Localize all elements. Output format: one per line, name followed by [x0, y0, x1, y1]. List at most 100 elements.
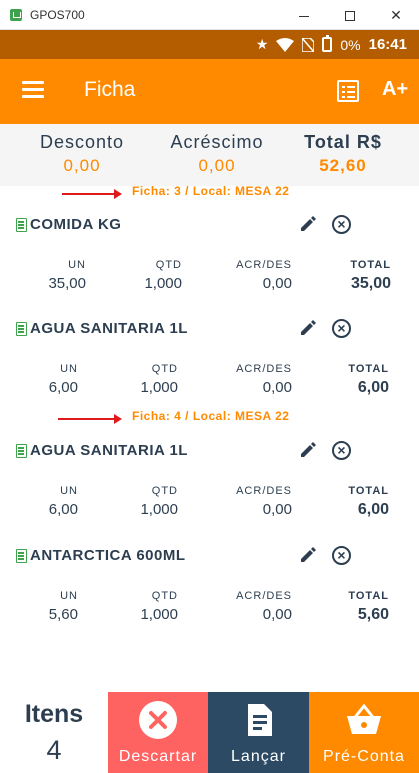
unit-price: 6,00 — [48, 379, 78, 396]
edit-icon[interactable] — [299, 441, 317, 459]
items-label: Itens — [24, 700, 84, 728]
col-qtd-header: QTD — [151, 485, 178, 497]
maximize-icon — [345, 11, 355, 22]
adjustment: 0,00 — [262, 501, 292, 518]
window-titlebar: GPOS700 ✕ — [0, 0, 419, 30]
unit-price: 35,00 — [48, 275, 86, 292]
quantity: 1,000 — [140, 379, 178, 396]
col-acr-header: ACR/DES — [236, 259, 292, 271]
list-icon[interactable] — [337, 80, 359, 102]
col-acr-header: ACR/DES — [236, 363, 292, 375]
col-total-header: TOTAL — [348, 590, 389, 602]
remove-icon[interactable]: × — [332, 546, 351, 565]
item-name: ANTARCTICA 600ML — [30, 547, 186, 564]
edit-icon[interactable] — [299, 546, 317, 564]
maximize-button[interactable] — [327, 0, 373, 30]
page-title: Ficha — [84, 78, 136, 101]
receipt-icon — [16, 549, 27, 563]
col-un-header: UN — [68, 259, 86, 271]
items-count: 4 — [46, 735, 62, 765]
item-total: 35,00 — [350, 275, 391, 292]
item-total: 5,60 — [357, 606, 389, 623]
discard-label: Descartar — [118, 748, 198, 765]
col-qtd-header: QTD — [155, 259, 182, 271]
ficha-header: Ficha: 3 / Local: MESA 22 — [0, 184, 419, 204]
unit-price: 6,00 — [48, 501, 78, 518]
col-un-header: UN — [60, 485, 78, 497]
pre-bill-button[interactable]: Pré-Conta — [309, 692, 419, 773]
adjustment: 0,00 — [262, 379, 292, 396]
col-qtd-header: QTD — [151, 590, 178, 602]
surcharge-label: Acréscimo — [170, 132, 264, 152]
adjustment: 0,00 — [262, 606, 292, 623]
close-button[interactable]: ✕ — [373, 0, 419, 30]
font-size-button[interactable]: A+ — [382, 78, 408, 101]
list-item[interactable]: ANTARCTICA 600ML × UN QTD ACR/DES TOTAL … — [0, 544, 419, 648]
battery-icon — [322, 35, 333, 52]
discount-label: Desconto — [39, 132, 125, 152]
document-icon — [247, 704, 272, 736]
discard-button[interactable]: Descartar — [108, 692, 208, 773]
app-icon — [10, 9, 22, 21]
menu-icon[interactable] — [22, 81, 44, 99]
item-total: 6,00 — [357, 379, 389, 396]
bottom-action-bar: Itens 4 Descartar Lançar Pré-Conta — [0, 692, 419, 773]
col-acr-header: ACR/DES — [236, 485, 292, 497]
items-counter: Itens 4 — [0, 692, 108, 773]
wifi-icon — [276, 37, 295, 52]
quantity: 1,000 — [140, 606, 178, 623]
col-acr-header: ACR/DES — [236, 590, 292, 602]
total-summary: Total R$ 52,60 — [303, 132, 383, 176]
ficha-header: Ficha: 4 / Local: MESA 22 — [0, 409, 419, 429]
surcharge-value: 0,00 — [198, 156, 236, 175]
minimize-icon — [299, 15, 309, 17]
discount-summary: Desconto 0,00 — [36, 132, 128, 176]
item-list[interactable]: Ficha: 3 / Local: MESA 22 COMIDA KG × UN… — [0, 184, 419, 692]
ficha-label: Ficha: 3 / Local: MESA 22 — [132, 184, 290, 198]
remove-icon[interactable]: × — [332, 441, 351, 460]
ficha-label: Ficha: 4 / Local: MESA 22 — [132, 409, 290, 423]
window-title: GPOS700 — [30, 8, 85, 22]
adjustment: 0,00 — [262, 275, 292, 292]
item-total: 6,00 — [357, 501, 389, 518]
star-icon: ★ — [255, 36, 269, 52]
pre-bill-label: Pré-Conta — [323, 748, 405, 765]
list-item[interactable]: AGUA SANITARIA 1L × UN QTD ACR/DES TOTAL… — [0, 317, 419, 421]
status-bar: ★ 0% 16:41 — [0, 30, 419, 59]
minimize-button[interactable] — [281, 0, 327, 30]
quantity: 1,000 — [140, 501, 178, 518]
total-label: Total R$ — [304, 132, 382, 152]
summary-header: Desconto 0,00 Acréscimo 0,00 Total R$ 52… — [0, 124, 419, 186]
col-un-header: UN — [60, 363, 78, 375]
quantity: 1,000 — [144, 275, 182, 292]
unit-price: 5,60 — [48, 606, 78, 623]
receipt-icon — [16, 444, 27, 458]
receipt-icon — [16, 322, 27, 336]
clock: 16:41 — [368, 36, 407, 53]
close-circle-icon — [139, 701, 177, 739]
edit-icon[interactable] — [299, 215, 317, 233]
post-button[interactable]: Lançar — [208, 692, 309, 773]
item-name: COMIDA KG — [30, 216, 122, 233]
item-name: AGUA SANITARIA 1L — [30, 320, 188, 337]
remove-icon[interactable]: × — [332, 319, 351, 338]
col-qtd-header: QTD — [151, 363, 178, 375]
receipt-icon — [16, 218, 27, 232]
total-value: 52,60 — [319, 156, 367, 175]
arrow-indicator — [62, 189, 122, 199]
remove-icon[interactable]: × — [332, 215, 351, 234]
battery-level: 0% — [340, 36, 361, 53]
basket-icon — [347, 703, 381, 734]
app-bar: Ficha A+ — [0, 59, 419, 124]
surcharge-summary: Acréscimo 0,00 — [165, 132, 269, 176]
col-total-header: TOTAL — [348, 485, 389, 497]
post-label: Lançar — [231, 748, 286, 765]
list-item[interactable]: AGUA SANITARIA 1L × UN QTD ACR/DES TOTAL… — [0, 439, 419, 543]
list-item[interactable]: COMIDA KG × UN QTD ACR/DES TOTAL 35,00 1… — [0, 213, 419, 317]
col-total-header: TOTAL — [348, 363, 389, 375]
col-total-header: TOTAL — [350, 259, 391, 271]
edit-icon[interactable] — [299, 319, 317, 337]
arrow-indicator — [58, 414, 122, 424]
col-un-header: UN — [60, 590, 78, 602]
no-sim-icon — [302, 37, 315, 52]
